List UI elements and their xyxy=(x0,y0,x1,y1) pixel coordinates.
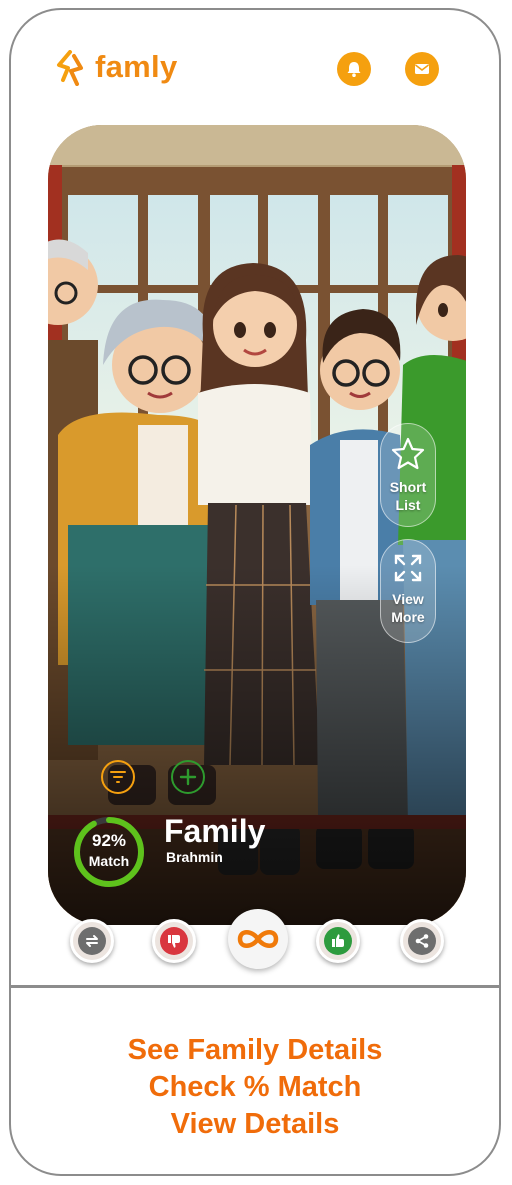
tagline-line-3: View Details xyxy=(170,1108,340,1140)
profile-caste: Brahmin xyxy=(166,849,223,865)
shortlist-button[interactable]: Short List xyxy=(380,423,436,527)
feature-tagline: See Family Details Check % Match View De… xyxy=(11,1032,499,1143)
app-header: famly xyxy=(11,10,499,130)
dislike-icon xyxy=(168,935,180,948)
messages-button[interactable] xyxy=(405,52,439,86)
match-ring: 92% Match xyxy=(72,815,146,889)
infinity-button[interactable] xyxy=(228,909,288,969)
logo-icon xyxy=(57,50,83,86)
view-more-label: View More xyxy=(391,591,425,625)
brand-name: famly xyxy=(95,49,178,84)
refresh-icon xyxy=(86,935,98,947)
match-progress-ring xyxy=(74,817,144,887)
notifications-button[interactable] xyxy=(337,52,371,86)
infinity-icon xyxy=(237,930,279,948)
share-icon xyxy=(415,934,429,948)
like-button[interactable] xyxy=(316,919,360,963)
phone-frame: famly Short List View More 92% Match Fam… xyxy=(9,8,501,1176)
match-percent: 92% xyxy=(91,831,127,850)
share-button[interactable] xyxy=(400,919,444,963)
like-icon xyxy=(332,934,344,947)
profile-card[interactable]: Short List View More 92% Match Family Br… xyxy=(48,125,466,925)
profile-name: Family xyxy=(164,813,266,849)
expand-icon xyxy=(394,554,422,582)
filter-button[interactable] xyxy=(101,760,135,794)
tagline-line-1: See Family Details xyxy=(127,1034,383,1066)
tagline-line-2: Check % Match xyxy=(148,1071,362,1103)
filter-icon xyxy=(110,771,126,783)
shortlist-label: Short List xyxy=(389,479,427,513)
view-more-button[interactable]: View More xyxy=(380,539,436,643)
refresh-button[interactable] xyxy=(70,919,114,963)
action-bar xyxy=(11,905,499,975)
mail-icon xyxy=(415,64,429,74)
plus-icon xyxy=(179,768,197,786)
bell-icon xyxy=(347,62,361,77)
add-button[interactable] xyxy=(171,760,205,794)
match-label: Match xyxy=(88,853,130,869)
section-divider xyxy=(11,985,499,988)
star-icon xyxy=(391,437,425,470)
dislike-button[interactable] xyxy=(152,919,196,963)
